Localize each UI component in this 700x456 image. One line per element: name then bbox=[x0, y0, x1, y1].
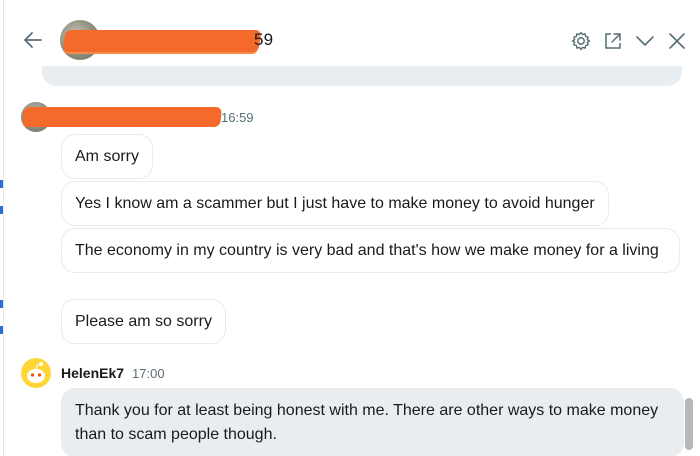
gear-icon[interactable] bbox=[570, 30, 592, 52]
sender-name[interactable]: HelenEk7 bbox=[61, 365, 124, 381]
chat-window: 59 16:59 Am sorry Yes I know am a scamme… bbox=[3, 0, 700, 456]
message-bubble[interactable]: Thank you for at least being honest with… bbox=[61, 388, 684, 456]
message-bubble[interactable]: Please am so sorry bbox=[61, 299, 226, 344]
back-arrow-icon[interactable] bbox=[22, 29, 44, 51]
chevron-down-icon[interactable] bbox=[634, 30, 656, 52]
message-group-header: 16:59 bbox=[21, 102, 254, 132]
close-icon[interactable] bbox=[666, 30, 688, 52]
message-bubble[interactable]: The economy in my country is very bad an… bbox=[61, 228, 680, 273]
redaction-mark bbox=[21, 107, 223, 127]
previous-message-edge bbox=[42, 66, 682, 86]
message-bubble[interactable]: Am sorry bbox=[61, 134, 153, 179]
message-group-header: HelenEk7 17:00 bbox=[21, 358, 165, 388]
message-timestamp: 16:59 bbox=[221, 109, 254, 125]
chat-title: 59 bbox=[254, 30, 274, 49]
external-link-icon[interactable] bbox=[602, 30, 624, 52]
snoo-avatar-icon[interactable] bbox=[21, 358, 51, 388]
scrollbar-thumb[interactable] bbox=[685, 398, 693, 450]
message-list: 16:59 Am sorry Yes I know am a scammer b… bbox=[4, 92, 700, 456]
redaction-mark bbox=[62, 30, 262, 52]
message-bubble[interactable]: Yes I know am a scammer but I just have … bbox=[61, 181, 609, 226]
message-timestamp: 17:00 bbox=[132, 365, 165, 381]
